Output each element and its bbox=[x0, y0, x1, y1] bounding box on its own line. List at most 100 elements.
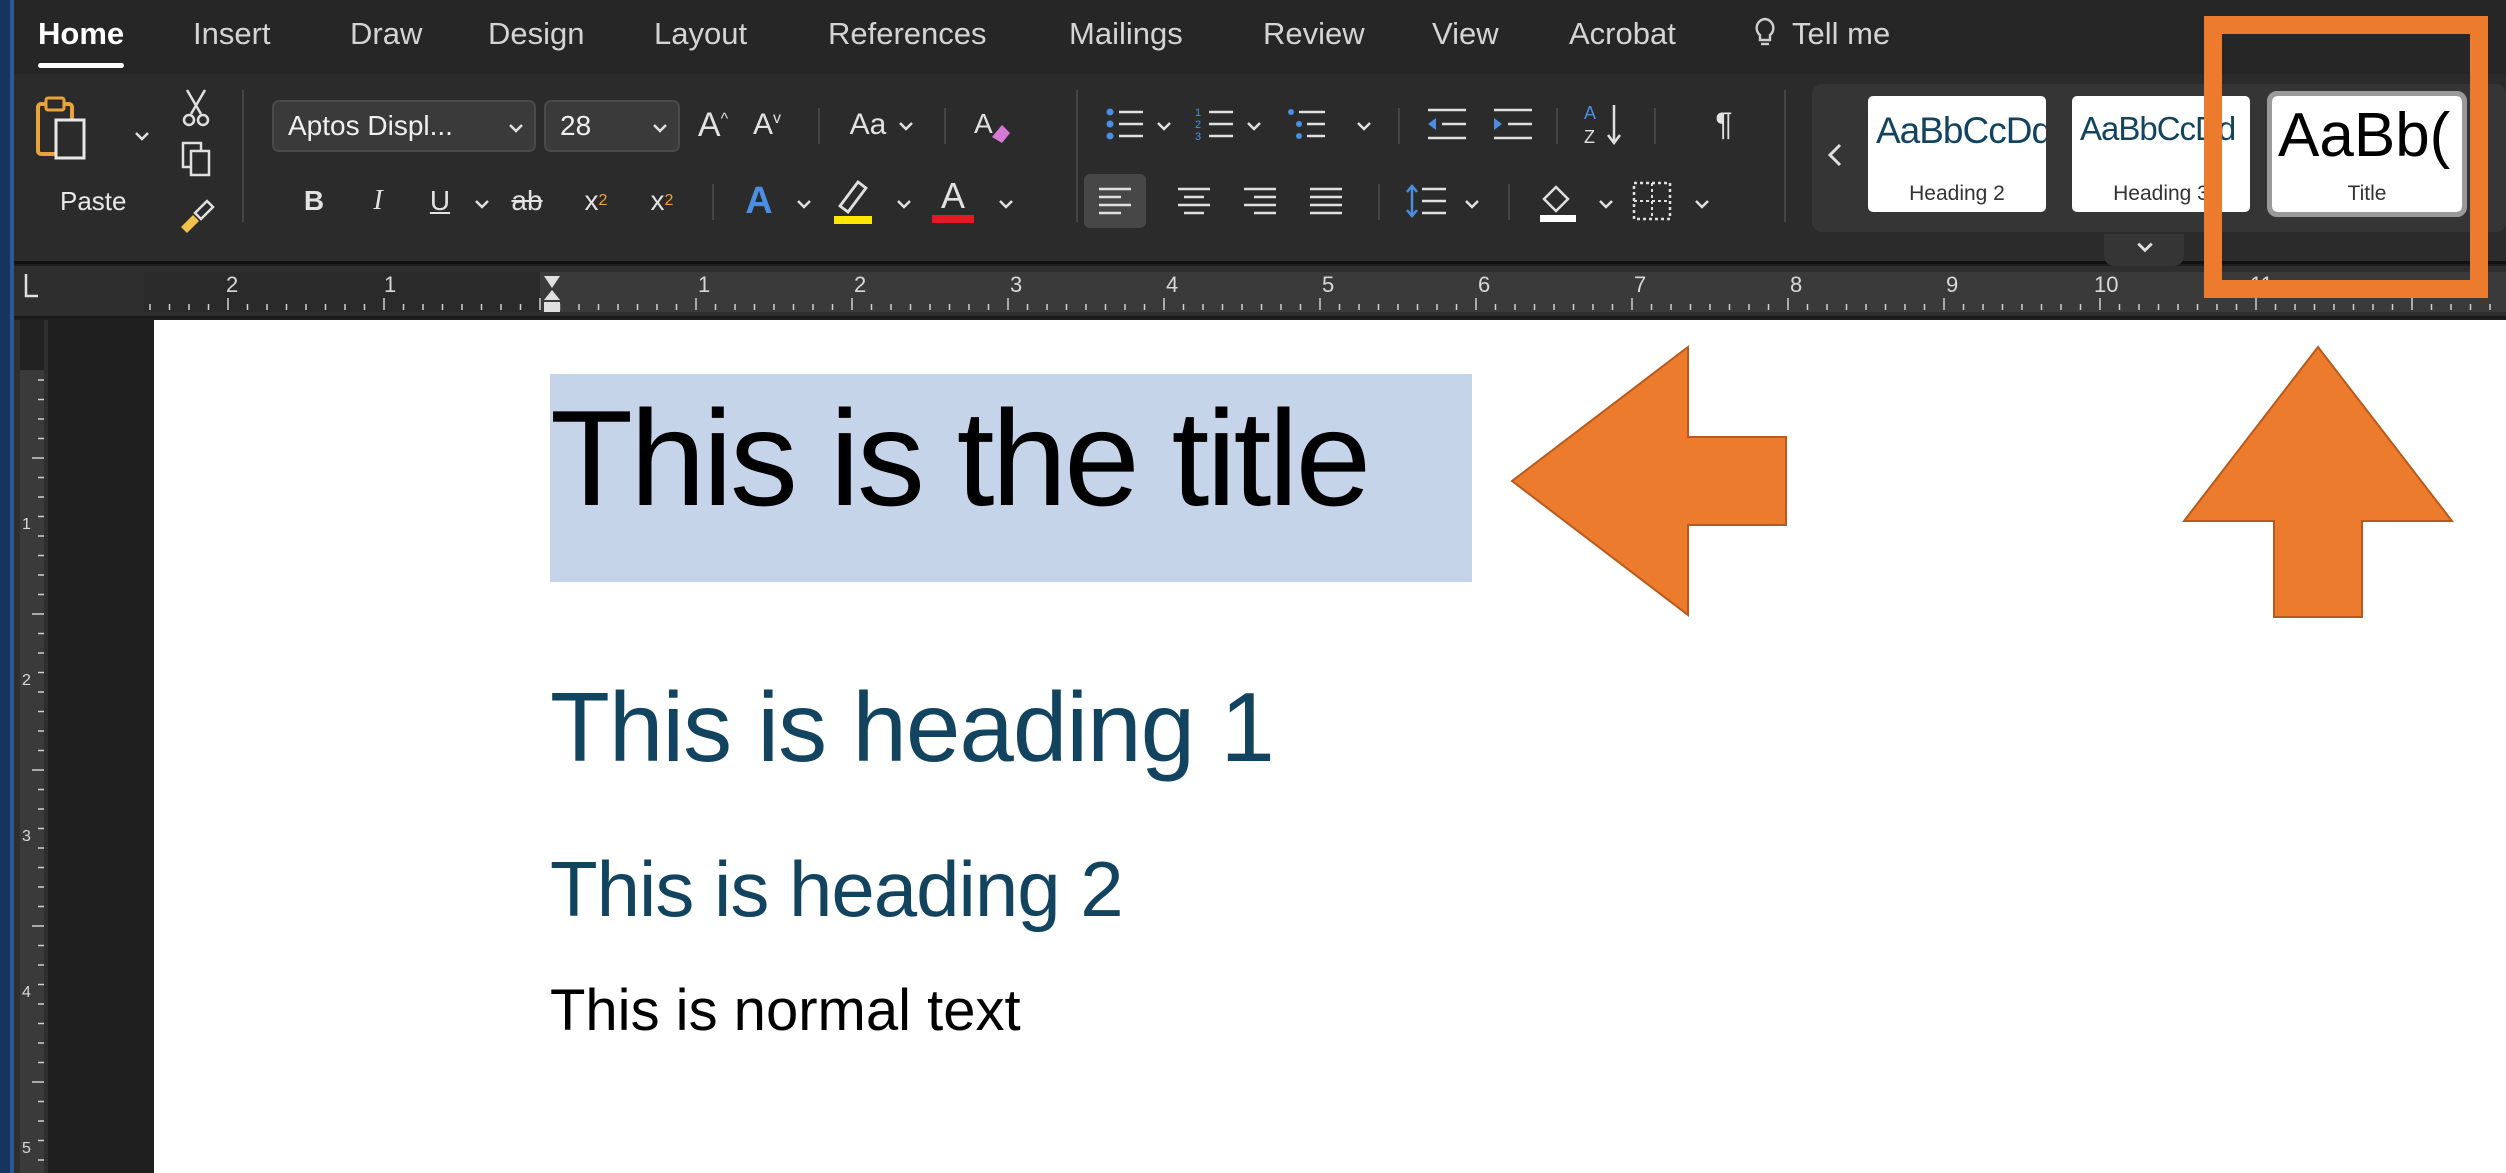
cut-button[interactable] bbox=[176, 88, 216, 128]
bullets-chevron-icon[interactable] bbox=[1156, 120, 1172, 132]
superscript-button[interactable]: x2 bbox=[640, 178, 684, 224]
borders-button[interactable] bbox=[1628, 174, 1676, 228]
gallery-expand-icon bbox=[2137, 242, 2153, 253]
line-spacing-icon bbox=[1406, 184, 1446, 218]
numbered-list-icon: 123 bbox=[1195, 107, 1233, 142]
tab-view[interactable]: View bbox=[1432, 16, 1499, 52]
ruler-number: 8 bbox=[1790, 272, 1803, 297]
borders-icon bbox=[1632, 181, 1672, 221]
show-formatting-marks-button[interactable]: ¶ bbox=[1704, 100, 1744, 148]
grow-font-icon: A^ bbox=[697, 105, 729, 144]
tab-layout[interactable]: Layout bbox=[654, 16, 747, 52]
shading-chevron-icon[interactable] bbox=[1598, 198, 1614, 210]
strikethrough-button[interactable]: ab bbox=[502, 178, 552, 224]
document-title-text[interactable]: This is the title bbox=[550, 390, 1371, 526]
line-spacing-button[interactable] bbox=[1404, 176, 1450, 226]
align-left-icon bbox=[1099, 187, 1131, 215]
subscript-button[interactable]: x2 bbox=[574, 178, 618, 224]
change-case-button[interactable]: Aa bbox=[840, 102, 896, 148]
borders-chevron-icon[interactable] bbox=[1694, 198, 1710, 210]
document-normal-text[interactable]: This is normal text bbox=[550, 982, 1021, 1040]
tab-references[interactable]: References bbox=[828, 16, 987, 52]
shading-button[interactable] bbox=[1534, 174, 1582, 228]
sort-button[interactable]: A Z bbox=[1582, 98, 1628, 150]
document-page[interactable]: This is the title This is heading 1 This… bbox=[154, 320, 2506, 1173]
increase-indent-button[interactable] bbox=[1490, 100, 1536, 148]
superscript-marker: 2 bbox=[664, 192, 674, 209]
horizontal-ruler[interactable]: 2 1 1 2 3 4 5 6 7 8 9 10 11 bbox=[14, 266, 2506, 318]
tab-review[interactable]: Review bbox=[1263, 16, 1365, 52]
font-name-combo[interactable]: Aptos Displ... bbox=[272, 100, 536, 152]
multilevel-list-button[interactable] bbox=[1286, 100, 1328, 148]
ruler-number: 10 bbox=[2094, 272, 2119, 297]
separator bbox=[1556, 108, 1558, 144]
justify-button[interactable] bbox=[1306, 176, 1346, 226]
font-color-button[interactable]: A bbox=[928, 172, 978, 228]
numbering-button[interactable]: 123 bbox=[1194, 100, 1236, 148]
font-color-chevron-icon[interactable] bbox=[998, 198, 1014, 210]
svg-text:Z: Z bbox=[1584, 127, 1595, 147]
document-heading-2-text[interactable]: This is heading 2 bbox=[550, 850, 1124, 928]
ruler-number: 2 bbox=[226, 272, 239, 297]
text-effects-chevron-icon[interactable] bbox=[796, 198, 812, 210]
paste-chevron-icon[interactable] bbox=[134, 130, 150, 142]
grow-font-button[interactable]: A^ bbox=[690, 102, 736, 148]
underline-chevron-icon[interactable] bbox=[474, 198, 490, 210]
align-center-icon bbox=[1178, 187, 1210, 215]
clear-formatting-button[interactable]: A bbox=[966, 100, 1018, 150]
ruler-number: 6 bbox=[1478, 272, 1491, 297]
ruler-number: 9 bbox=[1946, 272, 1959, 297]
shrink-font-button[interactable]: Av bbox=[744, 102, 790, 148]
italic-button[interactable]: I bbox=[358, 178, 398, 224]
separator bbox=[1654, 108, 1656, 144]
style-heading-2[interactable]: AaBbCcDd Heading 2 bbox=[1868, 96, 2046, 212]
chevron-down-icon bbox=[509, 124, 523, 133]
tab-draw[interactable]: Draw bbox=[350, 16, 422, 52]
style-heading-2-label: Heading 2 bbox=[1909, 182, 2005, 205]
numbering-chevron-icon[interactable] bbox=[1246, 120, 1262, 132]
align-center-button[interactable] bbox=[1174, 176, 1214, 226]
change-case-chevron-icon[interactable] bbox=[898, 120, 914, 132]
svg-text:1: 1 bbox=[1195, 107, 1201, 119]
bullets-button[interactable] bbox=[1104, 100, 1146, 148]
ruler-number: 1 bbox=[698, 272, 711, 297]
svg-text:3: 3 bbox=[1195, 131, 1201, 142]
tell-me-search[interactable]: Tell me bbox=[1792, 16, 1890, 52]
gallery-expand-tab[interactable] bbox=[2104, 234, 2184, 266]
tab-home[interactable]: Home bbox=[38, 16, 125, 68]
ribbon-tab-bar: Home Insert Draw Design Layout Reference… bbox=[14, 0, 2506, 74]
align-right-button[interactable] bbox=[1240, 176, 1280, 226]
ruler-number: 5 bbox=[1322, 272, 1335, 297]
separator bbox=[1378, 184, 1380, 220]
tab-insert[interactable]: Insert bbox=[193, 16, 271, 52]
underline-button[interactable]: U bbox=[420, 178, 460, 224]
copy-button[interactable] bbox=[176, 140, 216, 180]
document-heading-1-text[interactable]: This is heading 1 bbox=[550, 678, 1275, 776]
highlight-chevron-icon[interactable] bbox=[896, 198, 912, 210]
sort-icon: A Z bbox=[1584, 103, 1621, 147]
window-edge bbox=[0, 0, 14, 1173]
decrease-indent-button[interactable] bbox=[1424, 100, 1470, 148]
bold-button[interactable]: B bbox=[294, 178, 334, 224]
tab-acrobat[interactable]: Acrobat bbox=[1569, 16, 1676, 52]
gallery-scroll-left-icon[interactable] bbox=[1826, 142, 1844, 168]
text-effects-button[interactable]: A bbox=[736, 176, 782, 226]
font-size-combo[interactable]: 28 bbox=[544, 100, 680, 152]
font-name-value: Aptos Displ... bbox=[288, 110, 453, 141]
format-painter-button[interactable] bbox=[176, 196, 216, 236]
tab-mailings[interactable]: Mailings bbox=[1069, 16, 1183, 52]
highlight-button[interactable] bbox=[828, 174, 878, 228]
tab-design[interactable]: Design bbox=[488, 16, 585, 52]
svg-text:A: A bbox=[974, 108, 993, 139]
lightbulb-icon[interactable] bbox=[1752, 16, 1778, 52]
vertical-ruler[interactable]: 1 2 3 4 5 bbox=[14, 320, 48, 1173]
chevron-down-icon bbox=[653, 124, 667, 133]
multilevel-chevron-icon[interactable] bbox=[1356, 120, 1372, 132]
ruler-number: 2 bbox=[854, 272, 867, 297]
subscript-letter: x bbox=[584, 185, 599, 216]
clear-formatting-icon: A bbox=[974, 108, 1010, 143]
align-left-button[interactable] bbox=[1084, 174, 1146, 228]
paste-button[interactable] bbox=[30, 92, 92, 166]
svg-text:A: A bbox=[1584, 103, 1596, 123]
line-spacing-chevron-icon[interactable] bbox=[1464, 198, 1480, 210]
